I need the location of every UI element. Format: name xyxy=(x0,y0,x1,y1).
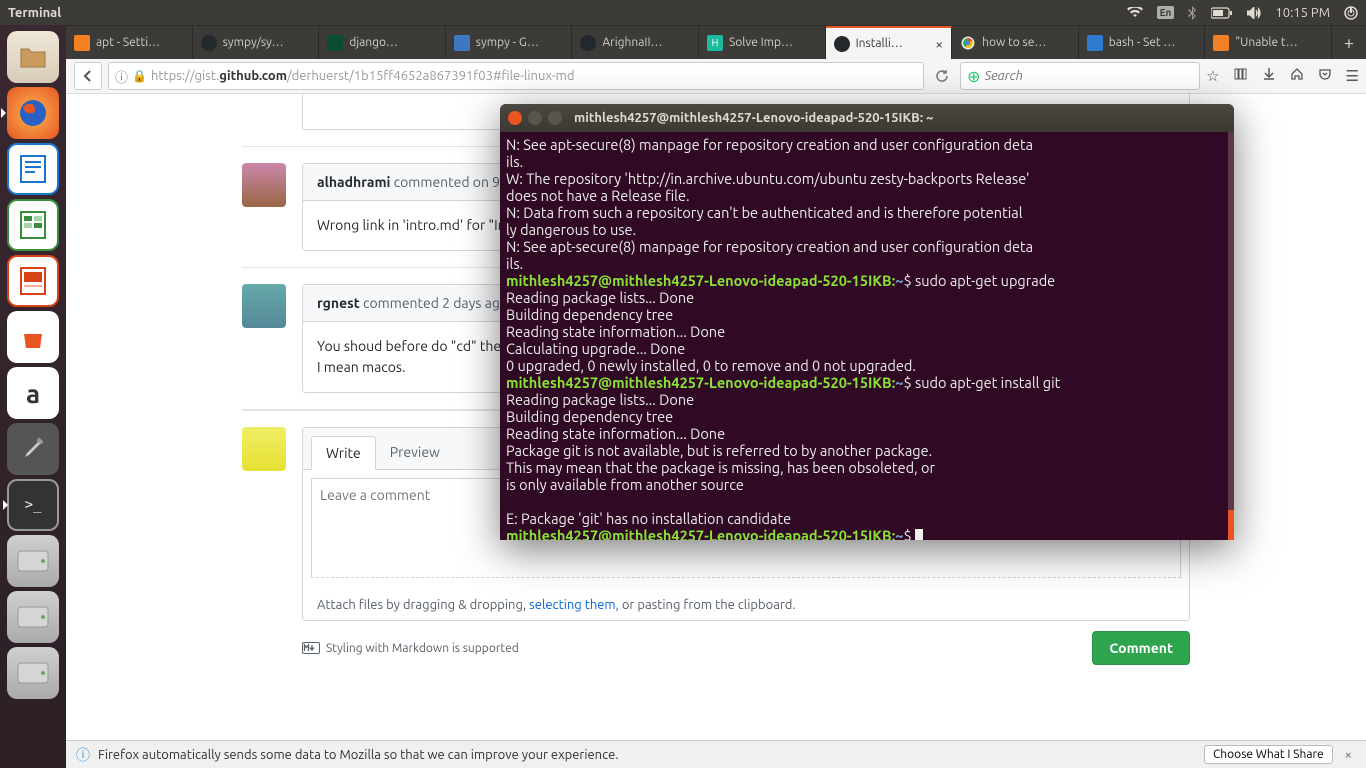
notification-text: Firefox automatically sends some data to… xyxy=(98,748,618,762)
system-menubar: Terminal En 10:15 PM xyxy=(0,0,1366,25)
reload-button[interactable] xyxy=(930,69,954,83)
url-bar[interactable]: ⓘ 🔒 https://gist.github.com/derhuerst/1b… xyxy=(108,62,924,90)
launcher-calc[interactable] xyxy=(7,199,59,251)
window-minimize-icon[interactable] xyxy=(528,111,542,125)
favicon-icon xyxy=(1213,35,1229,51)
choose-share-button[interactable]: Choose What I Share xyxy=(1204,745,1333,764)
tab-7-active[interactable]: Installi…× xyxy=(826,26,953,59)
downloads-icon[interactable] xyxy=(1262,67,1276,85)
search-box[interactable]: ⊕ xyxy=(960,62,1200,90)
avatar[interactable] xyxy=(242,284,286,328)
bluetooth-icon[interactable] xyxy=(1188,6,1197,20)
launcher-terminal[interactable]: >_ xyxy=(7,479,59,531)
terminal-cursor xyxy=(915,529,923,540)
notification-close-icon[interactable]: × xyxy=(1341,748,1356,762)
terminal-title: mithlesh4257@mithlesh4257-Lenovo-ideapad… xyxy=(574,111,933,125)
favicon-icon xyxy=(74,35,90,51)
select-files-link[interactable]: selecting them xyxy=(529,598,616,612)
system-tray: En 10:15 PM xyxy=(1127,6,1358,20)
favicon-icon xyxy=(580,35,596,51)
tab-4[interactable]: sympy - G… xyxy=(446,26,573,59)
back-button[interactable] xyxy=(74,62,102,90)
session-icon[interactable] xyxy=(1344,6,1358,20)
launcher-settings[interactable] xyxy=(7,423,59,475)
window-close-icon[interactable] xyxy=(508,111,522,125)
clock[interactable]: 10:15 PM xyxy=(1275,6,1330,20)
terminal-output[interactable]: N: See apt-secure(8) manpage for reposit… xyxy=(500,132,1234,540)
write-tab[interactable]: Write xyxy=(311,436,376,470)
wifi-icon[interactable] xyxy=(1127,7,1143,19)
terminal-window[interactable]: mithlesh4257@mithlesh4257-Lenovo-ideapad… xyxy=(500,104,1234,540)
tab-5[interactable]: ArighnaII… xyxy=(572,26,699,59)
battery-icon[interactable] xyxy=(1211,7,1233,19)
favicon-icon xyxy=(201,35,217,51)
url-text: https://gist.github.com/derhuerst/1b15ff… xyxy=(151,69,575,83)
library-icon[interactable] xyxy=(1234,67,1248,85)
tab-9[interactable]: bash - Set … xyxy=(1079,26,1206,59)
volume-icon[interactable] xyxy=(1247,7,1261,19)
tab-2[interactable]: sympy/sy… xyxy=(193,26,320,59)
tab-3[interactable]: django… xyxy=(319,26,446,59)
keyboard-layout[interactable]: En xyxy=(1157,6,1175,19)
info-icon[interactable]: ⓘ xyxy=(115,67,128,86)
launcher-impress[interactable] xyxy=(7,255,59,307)
launcher-firefox[interactable] xyxy=(7,87,59,139)
active-app-title: Terminal xyxy=(8,6,61,20)
unity-launcher: a >_ xyxy=(0,25,66,768)
avatar[interactable] xyxy=(242,163,286,207)
search-input[interactable] xyxy=(985,69,1194,83)
favicon-icon xyxy=(960,35,976,51)
tab-1[interactable]: apt - Setti… xyxy=(66,26,193,59)
info-icon: ⓘ xyxy=(76,745,90,765)
home-icon[interactable] xyxy=(1290,67,1304,85)
new-tab-button[interactable]: + xyxy=(1332,26,1366,59)
terminal-scrollbar[interactable] xyxy=(1228,132,1234,540)
avatar[interactable] xyxy=(242,427,286,471)
launcher-disk-2[interactable] xyxy=(7,591,59,643)
tab-10[interactable]: "Unable t… xyxy=(1205,26,1332,59)
tab-close-icon[interactable]: × xyxy=(935,36,943,52)
notification-bar: ⓘ Firefox automatically sends some data … xyxy=(66,740,1366,768)
menu-icon[interactable]: ☰ xyxy=(1346,67,1358,85)
bookmark-star-icon[interactable]: ☆ xyxy=(1206,67,1219,85)
attach-hint: Attach files by dragging & dropping, sel… xyxy=(303,590,1189,620)
tab-6[interactable]: HSolve Imp… xyxy=(699,26,826,59)
comment-button[interactable]: Comment xyxy=(1092,631,1190,665)
markdown-icon xyxy=(302,642,320,654)
browser-toolbar: ⓘ 🔒 https://gist.github.com/derhuerst/1b… xyxy=(0,59,1366,94)
launcher-amazon[interactable]: a xyxy=(7,367,59,419)
browser-tab-bar: apt - Setti… sympy/sy… django… sympy - G… xyxy=(0,25,1366,59)
terminal-titlebar[interactable]: mithlesh4257@mithlesh4257-Lenovo-ideapad… xyxy=(500,104,1234,132)
launcher-disk-1[interactable] xyxy=(7,535,59,587)
favicon-icon xyxy=(1087,35,1103,51)
launcher-software[interactable] xyxy=(7,311,59,363)
launcher-disk-3[interactable] xyxy=(7,647,59,699)
pocket-icon[interactable] xyxy=(1318,67,1332,85)
tab-8[interactable]: how to se… xyxy=(952,26,1079,59)
preview-tab[interactable]: Preview xyxy=(376,436,454,469)
launcher-files[interactable] xyxy=(7,31,59,83)
launcher-writer[interactable] xyxy=(7,143,59,195)
markdown-hint[interactable]: Styling with Markdown is supported xyxy=(302,642,519,655)
favicon-icon xyxy=(327,35,343,51)
favicon-icon xyxy=(454,35,470,51)
window-maximize-icon[interactable] xyxy=(548,111,562,125)
favicon-icon: H xyxy=(707,35,723,51)
lock-icon: 🔒 xyxy=(132,69,147,83)
favicon-icon xyxy=(834,36,850,52)
search-icon: ⊕ xyxy=(967,67,980,86)
